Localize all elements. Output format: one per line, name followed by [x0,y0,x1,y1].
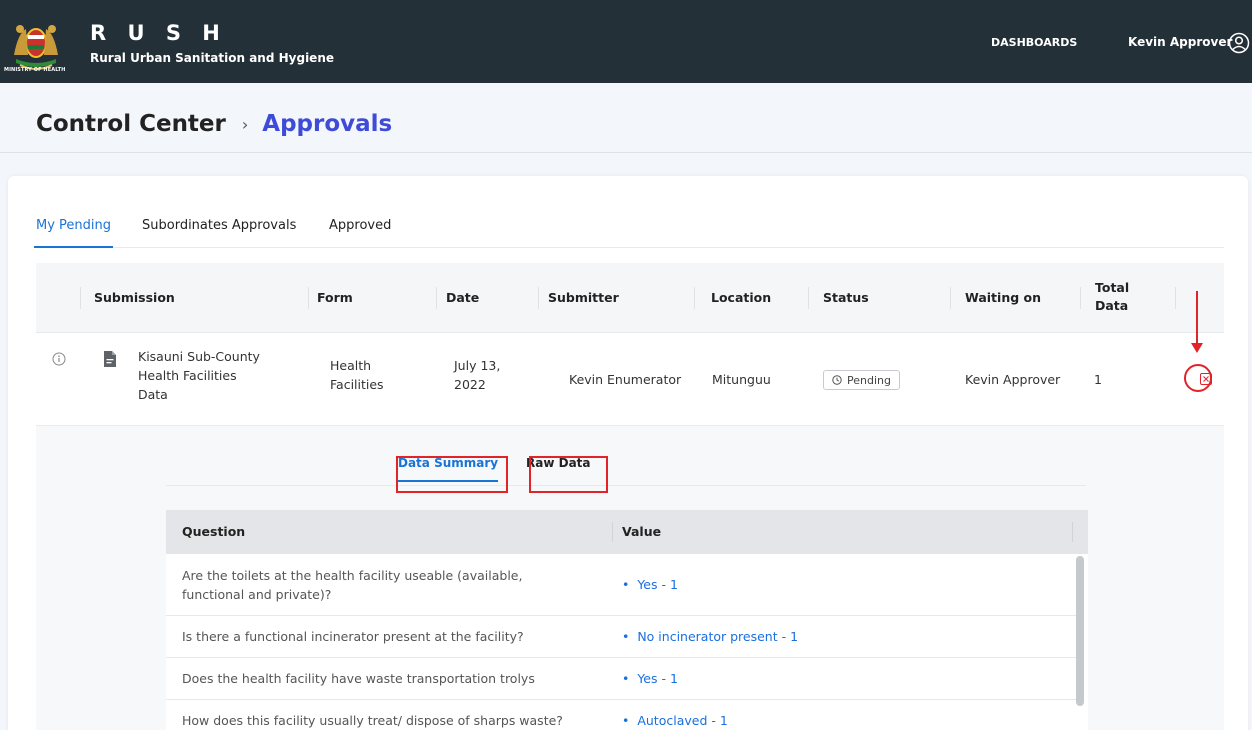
summary-scrollbar[interactable] [1076,556,1084,706]
approval-tabs: My Pending Subordinates Approvals Approv… [33,216,1224,248]
document-icon [104,351,116,367]
summary-table-header: Question Value [166,510,1088,554]
header-submission: Submission [94,290,175,305]
highlight-box [529,456,608,493]
column-divider [538,287,539,309]
column-divider [808,287,809,309]
detail-tabs: Data Summary Raw Data [166,446,1086,486]
value-text: • Autoclaved - 1 [622,713,728,728]
approvals-card: My Pending Subordinates Approvals Approv… [8,176,1248,730]
user-account-icon[interactable] [1228,32,1250,54]
column-divider [1080,287,1081,309]
question-text: Is there a functional incinerator presen… [182,629,524,644]
highlight-box [396,456,508,493]
tab-subordinates-approvals[interactable]: Subordinates Approvals [142,218,296,246]
tab-my-pending[interactable]: My Pending [33,218,114,248]
breadcrumb-control-center[interactable]: Control Center [36,111,226,137]
total-data-count: 1 [1094,372,1102,387]
annotation-circle [1184,364,1212,392]
summary-row: Are the toilets at the health facility u… [166,554,1076,616]
header-waiting-on: Waiting on [965,290,1042,305]
value-text: • Yes - 1 [622,671,678,686]
breadcrumb: Control Center › Approvals [36,108,392,140]
submitter-name: Kevin Enumerator [569,372,682,387]
table-row[interactable]: Kisauni Sub-County Health Facilities Dat… [36,334,1224,426]
divider [0,152,1252,153]
column-divider [612,522,613,542]
submission-name[interactable]: Kisauni Sub-County Health Facilities Dat… [138,347,268,404]
header-question: Question [182,524,246,539]
column-divider [694,287,695,309]
question-text: Are the toilets at the health facility u… [182,568,523,602]
summary-row: Is there a functional incinerator presen… [166,616,1076,658]
data-summary-table: Question Value Are the toilets at the he… [166,510,1088,730]
summary-row: How does this facility usually treat/ di… [166,700,1076,730]
table-header: Submission Form Date Submitter Location … [36,263,1224,333]
annotation-arrow-head [1191,343,1203,353]
annotation-arrow [1196,291,1198,347]
header-value: Value [622,524,662,539]
waiting-on-name: Kevin Approver [965,372,1061,387]
column-divider [1175,287,1176,309]
header-status: Status [823,290,869,305]
clock-icon [832,375,842,385]
info-icon[interactable] [52,352,66,366]
app-subtitle: Rural Urban Sanitation and Hygiene [90,51,335,65]
breadcrumb-approvals: Approvals [262,111,393,137]
column-divider [436,287,437,309]
nav-dashboards-link[interactable]: DASHBOARDS [991,36,1077,49]
summary-row: Does the health facility have waste tran… [166,658,1076,700]
header-form: Form [317,290,353,305]
header-date: Date [446,290,480,305]
value-text: • No incinerator present - 1 [622,629,799,644]
column-divider [1072,522,1073,542]
form-name: Health Facilities [330,358,384,392]
status-badge: Pending [823,370,900,390]
app-title[interactable]: R U S H [90,21,227,45]
header-location: Location [711,290,772,305]
column-divider [950,287,951,309]
header-total-data: Total Data [1095,280,1130,313]
submission-date: July 13, 2022 [454,358,501,392]
header-submitter: Submitter [548,290,619,305]
question-text: Does the health facility have waste tran… [182,671,535,686]
column-divider [80,287,81,309]
location-name: Mitunguu [712,372,771,387]
top-navigation-bar: MINISTRY OF HEALTH R U S H Rural Urban S… [0,0,1252,83]
row-expanded-details: Data Summary Raw Data Question Value Are… [36,426,1224,730]
status-text: Pending [847,373,891,387]
question-text: How does this facility usually treat/ di… [182,713,563,728]
logo-caption: MINISTRY OF HEALTH [4,67,66,73]
column-divider [308,287,309,309]
tab-approved[interactable]: Approved [329,218,391,246]
breadcrumb-separator-icon: › [241,114,249,134]
user-name[interactable]: Kevin Approver [1128,35,1232,49]
value-text: • Yes - 1 [622,577,678,592]
